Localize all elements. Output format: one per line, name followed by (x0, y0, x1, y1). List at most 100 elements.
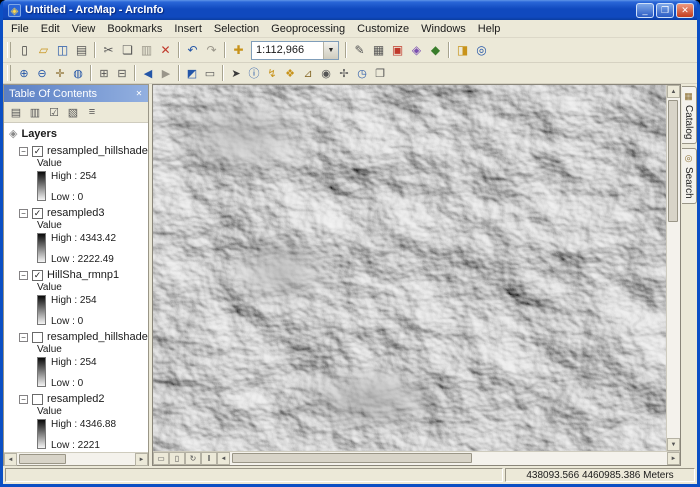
list-by-drawing-order-icon[interactable]: ▤ (7, 104, 25, 121)
toc-close-icon[interactable]: ✕ (132, 87, 146, 100)
tab-search[interactable]: ◎ Search (682, 148, 697, 204)
menu-geoprocessing[interactable]: Geoprocessing (265, 21, 351, 37)
zoom-in-icon[interactable]: ⊕ (15, 65, 33, 82)
scroll-down-icon[interactable]: ▼ (667, 438, 680, 451)
scroll-thumb[interactable] (668, 100, 678, 222)
scroll-right-icon[interactable]: ► (667, 452, 680, 465)
open-folder-icon[interactable]: ▱ (34, 41, 53, 59)
data-view-button[interactable]: ▭ (153, 452, 169, 465)
python-icon[interactable]: ◆ (426, 41, 445, 59)
toolbar-grip[interactable] (7, 42, 11, 58)
select-features-icon[interactable]: ◩ (183, 65, 201, 82)
clear-selection-icon[interactable]: ▭ (201, 65, 219, 82)
toolbar-grip[interactable] (7, 65, 11, 81)
minimize-button[interactable]: _ (636, 3, 654, 18)
toc-horizontal-scrollbar[interactable]: ◄ ► (4, 452, 148, 465)
scroll-track[interactable] (230, 452, 667, 465)
back-extent-icon[interactable]: ◀ (139, 65, 157, 82)
viewer-window-icon[interactable]: ❐ (371, 65, 389, 82)
html-popup-icon[interactable]: ❖ (281, 65, 299, 82)
editor-icon[interactable]: ✎ (350, 41, 369, 59)
map-vertical-scrollbar[interactable]: ▲ ▼ (666, 85, 680, 451)
collapse-icon[interactable]: − (19, 271, 28, 280)
layer-visibility-checkbox[interactable]: ✓ (32, 208, 43, 219)
scroll-left-icon[interactable]: ◄ (217, 452, 230, 465)
scroll-thumb[interactable] (19, 454, 66, 464)
close-button[interactable]: ✕ (676, 3, 694, 18)
fixed-zoom-out-icon[interactable]: ⊟ (113, 65, 131, 82)
collapse-icon[interactable]: − (19, 395, 28, 404)
toc-header[interactable]: Table Of Contents ✕ (4, 85, 148, 102)
scroll-right-icon[interactable]: ► (135, 453, 148, 466)
scroll-up-icon[interactable]: ▲ (667, 85, 680, 98)
layer-visibility-checkbox[interactable]: ✓ (32, 146, 43, 157)
layout-view-button[interactable]: ▯ (169, 452, 185, 465)
list-by-source-icon[interactable]: ▥ (26, 104, 44, 121)
layer-name[interactable]: resampled2 (47, 393, 104, 405)
layers-root-item[interactable]: ◈ Layers (9, 126, 148, 141)
layer-name[interactable]: HillSha_rmnp1 (47, 269, 119, 281)
menu-bookmarks[interactable]: Bookmarks (101, 21, 168, 37)
full-extent-icon[interactable]: ◍ (69, 65, 87, 82)
menu-file[interactable]: File (5, 21, 35, 37)
menu-view[interactable]: View (66, 21, 102, 37)
tab-catalog[interactable]: ▦ Catalog (682, 86, 697, 144)
fixed-zoom-in-icon[interactable]: ⊞ (95, 65, 113, 82)
select-elements-icon[interactable]: ➤ (227, 65, 245, 82)
new-document-icon[interactable]: ▯ (15, 41, 34, 59)
layer-visibility-checkbox[interactable]: ✓ (32, 270, 43, 281)
time-slider-icon[interactable]: ◷ (353, 65, 371, 82)
layer-visibility-checkbox[interactable] (32, 332, 43, 343)
chevron-down-icon[interactable]: ▼ (323, 42, 338, 59)
menu-help[interactable]: Help (472, 21, 507, 37)
scale-value[interactable]: 1:112,966 (252, 44, 323, 56)
hyperlink-icon[interactable]: ↯ (263, 65, 281, 82)
model-builder-icon[interactable]: ◈ (407, 41, 426, 59)
find-icon[interactable]: ◉ (317, 65, 335, 82)
pause-drawing-button[interactable]: ‖ (201, 452, 217, 465)
scroll-track[interactable] (17, 453, 135, 465)
menu-insert[interactable]: Insert (168, 21, 208, 37)
zoom-out-icon[interactable]: ⊖ (33, 65, 51, 82)
layer-name[interactable]: resampled_hillshade3 (47, 145, 148, 157)
layer-visibility-checkbox[interactable] (32, 394, 43, 405)
scroll-track[interactable] (667, 98, 680, 438)
map-canvas[interactable] (153, 85, 666, 451)
list-by-visibility-icon[interactable]: ☑ (45, 104, 63, 121)
go-to-xy-icon[interactable]: ✢ (335, 65, 353, 82)
collapse-icon[interactable]: − (19, 147, 28, 156)
copy-icon[interactable]: ❏ (118, 41, 137, 59)
refresh-view-button[interactable]: ↻ (185, 452, 201, 465)
catalog-window-icon[interactable]: ◨ (453, 41, 472, 59)
delete-icon[interactable]: ✕ (156, 41, 175, 59)
arctoolbox-icon[interactable]: ▣ (388, 41, 407, 59)
menu-edit[interactable]: Edit (35, 21, 66, 37)
measure-icon[interactable]: ⊿ (299, 65, 317, 82)
menu-selection[interactable]: Selection (208, 21, 265, 37)
search-window-icon[interactable]: ◎ (472, 41, 491, 59)
table-icon[interactable]: ▦ (369, 41, 388, 59)
forward-extent-icon[interactable]: ▶ (157, 65, 175, 82)
scroll-thumb[interactable] (232, 453, 472, 463)
paste-icon[interactable]: ▥ (137, 41, 156, 59)
layers-root-label[interactable]: Layers (21, 128, 56, 140)
layer-name[interactable]: resampled_hillshade2 (47, 331, 148, 343)
title-bar[interactable]: ◈ Untitled - ArcMap - ArcInfo _ ❐ ✕ (3, 0, 697, 20)
maximize-button[interactable]: ❐ (656, 3, 674, 18)
identify-icon[interactable]: ⓘ (245, 65, 263, 82)
menu-customize[interactable]: Customize (351, 21, 415, 37)
add-data-icon[interactable]: ✚ (229, 41, 248, 59)
toc-options-icon[interactable]: ≡ (83, 104, 101, 121)
list-by-selection-icon[interactable]: ▧ (64, 104, 82, 121)
print-icon[interactable]: ▤ (72, 41, 91, 59)
undo-icon[interactable]: ↶ (183, 41, 202, 59)
layer-name[interactable]: resampled3 (47, 207, 104, 219)
menu-windows[interactable]: Windows (415, 21, 472, 37)
scroll-left-icon[interactable]: ◄ (4, 453, 17, 466)
redo-icon[interactable]: ↷ (202, 41, 221, 59)
collapse-icon[interactable]: − (19, 333, 28, 342)
scale-combo[interactable]: 1:112,966 ▼ (251, 41, 339, 60)
collapse-icon[interactable]: − (19, 209, 28, 218)
pan-icon[interactable]: ✛ (51, 65, 69, 82)
save-icon[interactable]: ◫ (53, 41, 72, 59)
